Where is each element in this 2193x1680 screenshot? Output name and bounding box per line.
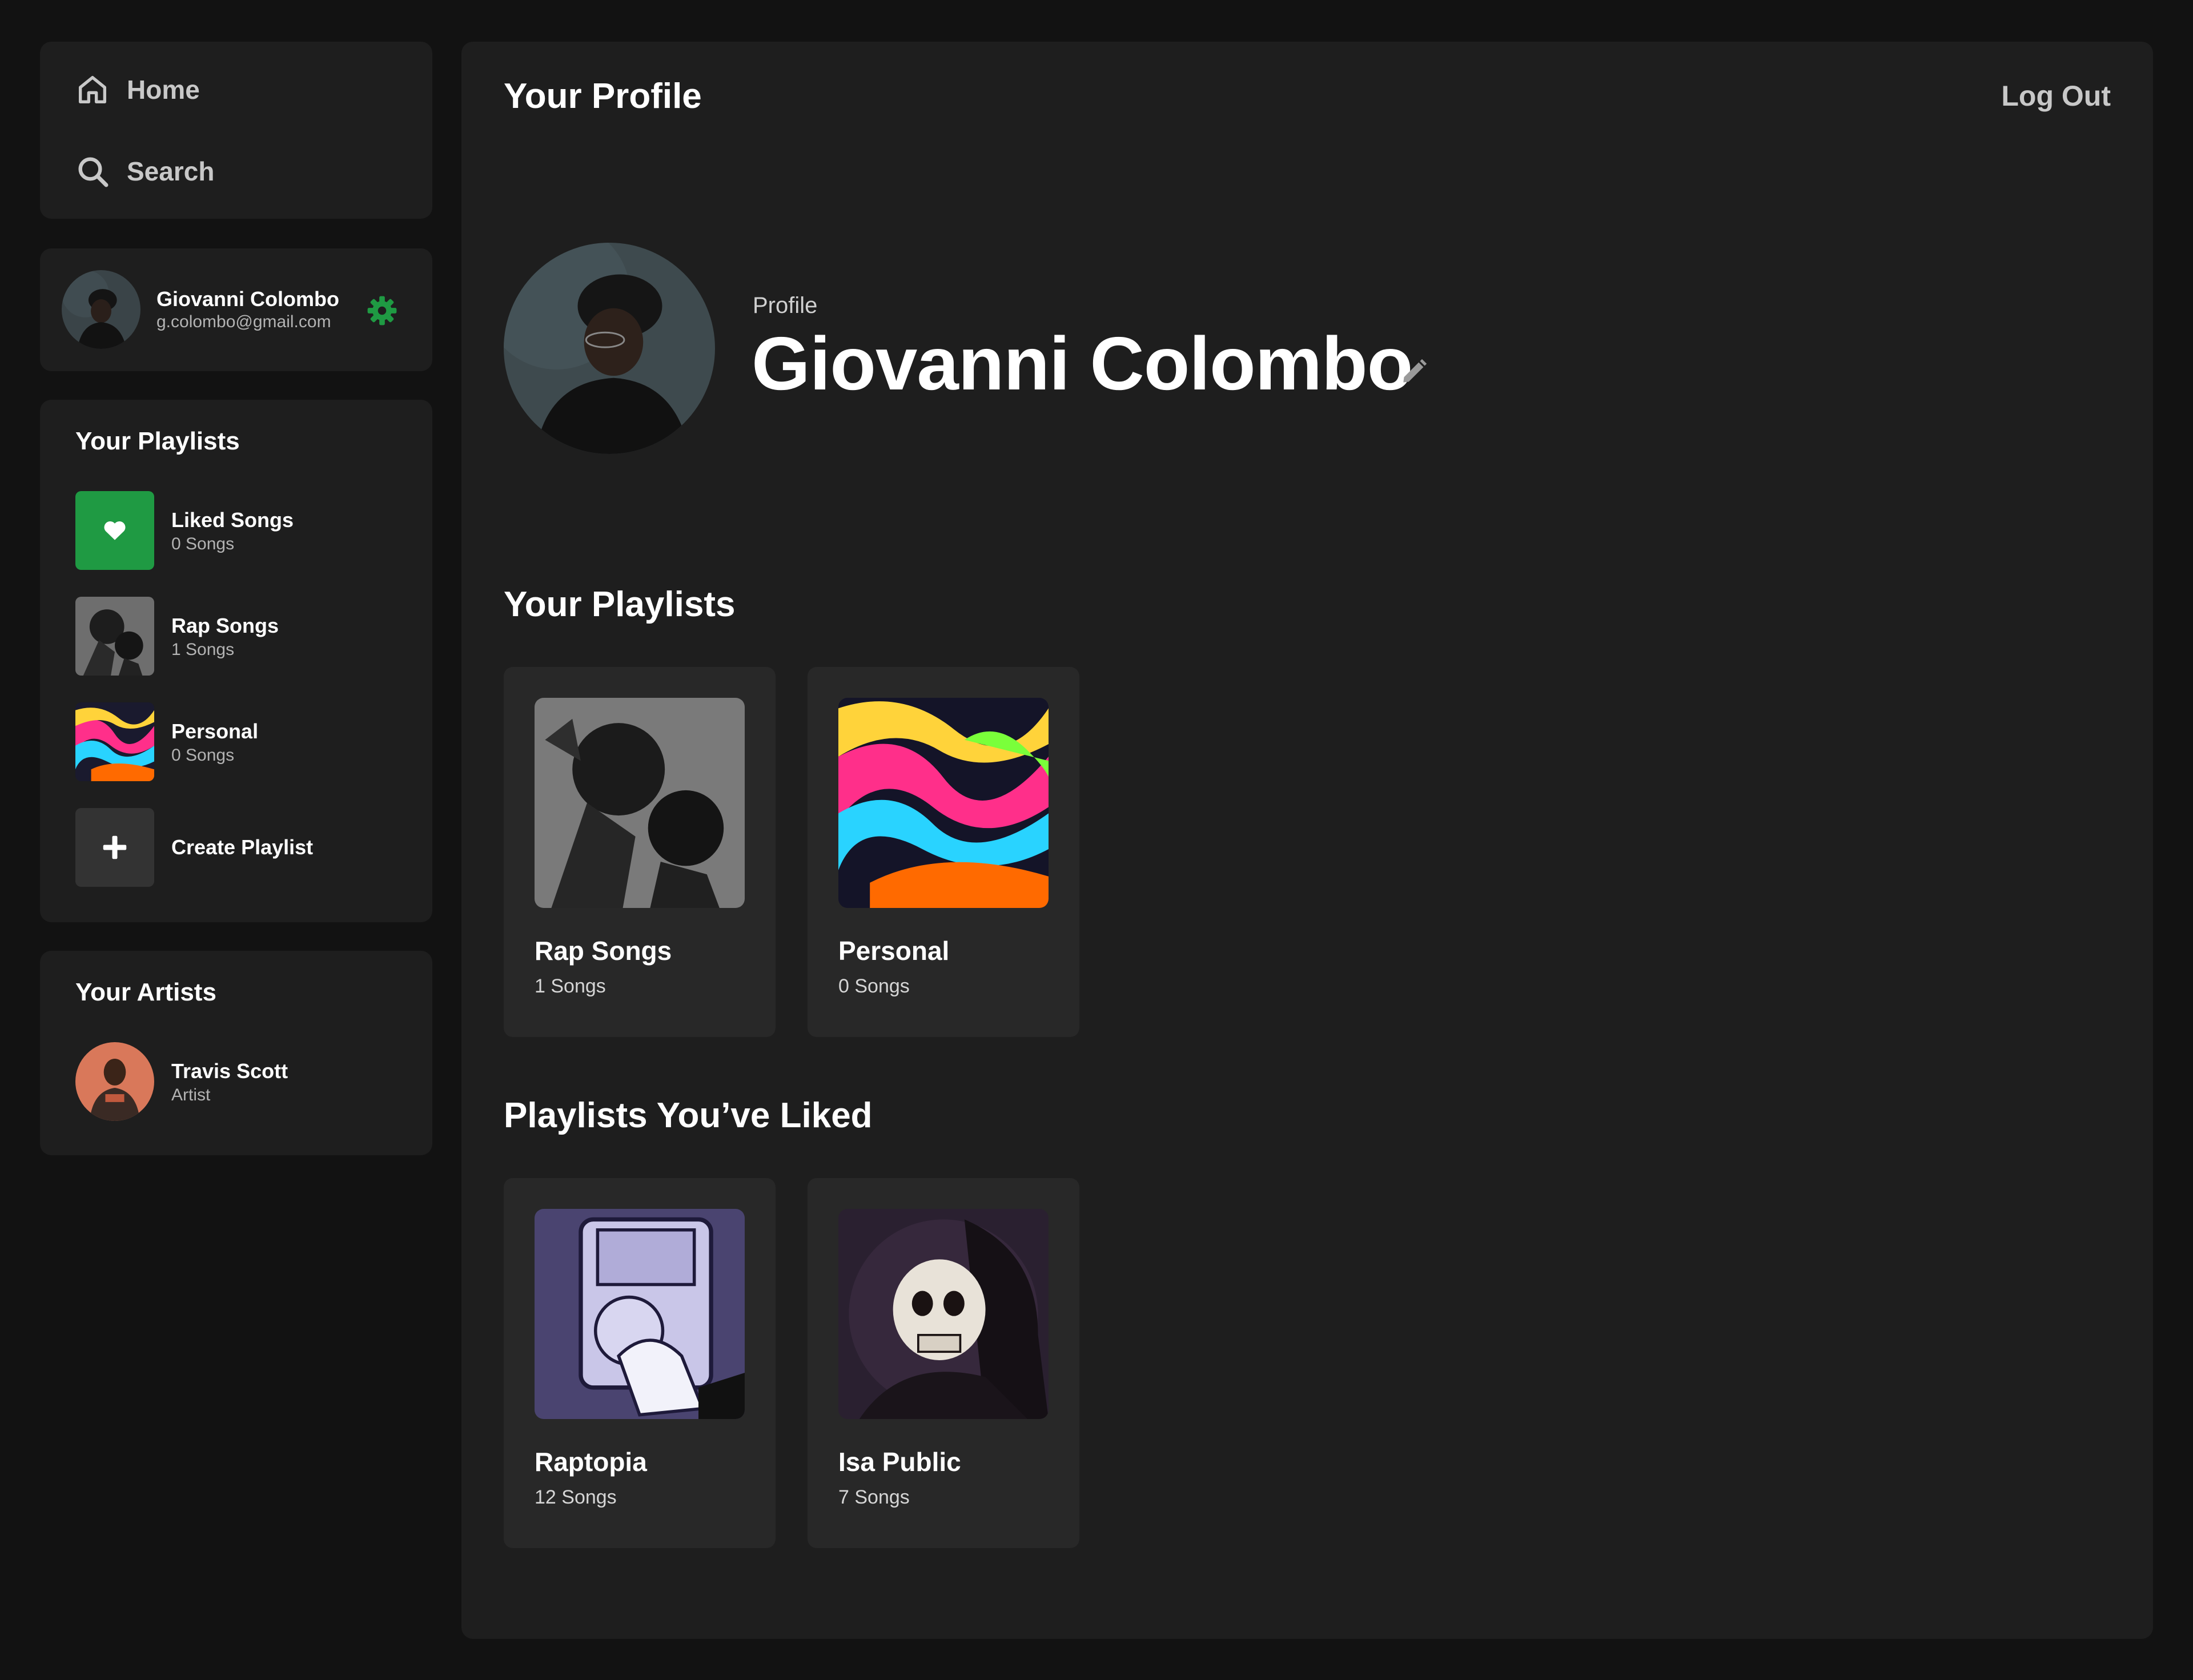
sidebar-item-count: 0 Songs	[171, 534, 235, 553]
playlist-thumbnail	[75, 597, 154, 676]
sidebar-artists-title: Your Artists	[75, 978, 216, 1006]
card-count: 7 Songs	[838, 1486, 910, 1508]
sidebar-item-personal[interactable]: Personal 0 Songs	[75, 702, 418, 781]
playlist-card-isa-public[interactable]: Isa Public 7 Songs	[808, 1178, 1079, 1548]
sidebar-nav: Home Search	[40, 42, 432, 219]
logout-button[interactable]: Log Out	[2001, 79, 2111, 112]
sidebar-item-count: 0 Songs	[171, 746, 235, 765]
playlist-card-rap-songs[interactable]: Rap Songs 1 Songs	[504, 667, 776, 1037]
gear-icon[interactable]	[366, 294, 399, 327]
playlist-card-personal[interactable]: Personal 0 Songs	[808, 667, 1079, 1037]
profile-name: Giovanni Colombo	[752, 321, 1413, 405]
home-icon	[74, 71, 111, 108]
playlist-cover	[535, 698, 745, 908]
card-count: 1 Songs	[535, 975, 606, 997]
card-title: Rap Songs	[535, 936, 672, 966]
heart-icon	[75, 491, 154, 570]
sidebar-item-label: Liked Songs	[171, 508, 294, 532]
nav-search-label: Search	[127, 156, 215, 186]
sidebar-item-label: Personal	[171, 720, 259, 743]
nav-home[interactable]: Home	[74, 71, 200, 108]
card-title: Personal	[838, 936, 950, 966]
sidebar-item-travis-scott[interactable]: Travis Scott Artist	[75, 1042, 418, 1121]
sidebar-item-label: Rap Songs	[171, 614, 279, 637]
playlist-thumbnail	[75, 702, 154, 781]
profile-label: Profile	[753, 293, 818, 318]
avatar[interactable]	[62, 270, 140, 349]
sidebar-item-rap-songs[interactable]: Rap Songs 1 Songs	[75, 597, 418, 676]
user-email: g.colombo@gmail.com	[156, 312, 331, 331]
create-playlist-label: Create Playlist	[171, 835, 314, 859]
sidebar-item-liked-songs[interactable]: Liked Songs 0 Songs	[75, 491, 418, 570]
card-title: Isa Public	[838, 1447, 961, 1477]
card-count: 12 Songs	[535, 1486, 617, 1508]
sidebar-item-label: Travis Scott	[171, 1059, 288, 1083]
plus-icon	[75, 808, 154, 887]
user-name: Giovanni Colombo	[156, 287, 339, 311]
playlist-cover	[535, 1209, 745, 1419]
card-count: 0 Songs	[838, 975, 910, 997]
card-title: Raptopia	[535, 1447, 647, 1477]
page-title: Your Profile	[504, 77, 702, 116]
liked-playlists-title: Playlists You’ve Liked	[504, 1096, 873, 1135]
your-playlists-title: Your Playlists	[504, 585, 736, 624]
playlist-cover	[838, 1209, 1049, 1419]
playlist-cover	[838, 698, 1049, 908]
nav-search[interactable]: Search	[74, 153, 214, 190]
create-playlist-button[interactable]: Create Playlist	[75, 808, 418, 887]
sidebar-item-count: 1 Songs	[171, 640, 235, 659]
sidebar-item-type: Artist	[171, 1086, 211, 1104]
search-icon	[74, 153, 111, 190]
main-content: Your Profile Log Out Profile Giovanni Co…	[461, 42, 2153, 1639]
profile-avatar[interactable]	[504, 243, 715, 454]
sidebar-playlists: Your Playlists Liked Songs 0 Songs Rap S…	[40, 400, 432, 922]
sidebar-artists: Your Artists Travis Scott Artist	[40, 951, 432, 1155]
artist-avatar	[75, 1042, 154, 1121]
sidebar-playlists-title: Your Playlists	[75, 427, 240, 455]
nav-home-label: Home	[127, 75, 200, 105]
edit-icon[interactable]	[1398, 356, 1430, 388]
playlist-card-raptopia[interactable]: Raptopia 12 Songs	[504, 1178, 776, 1548]
user-card: Giovanni Colombo g.colombo@gmail.com	[40, 248, 432, 371]
